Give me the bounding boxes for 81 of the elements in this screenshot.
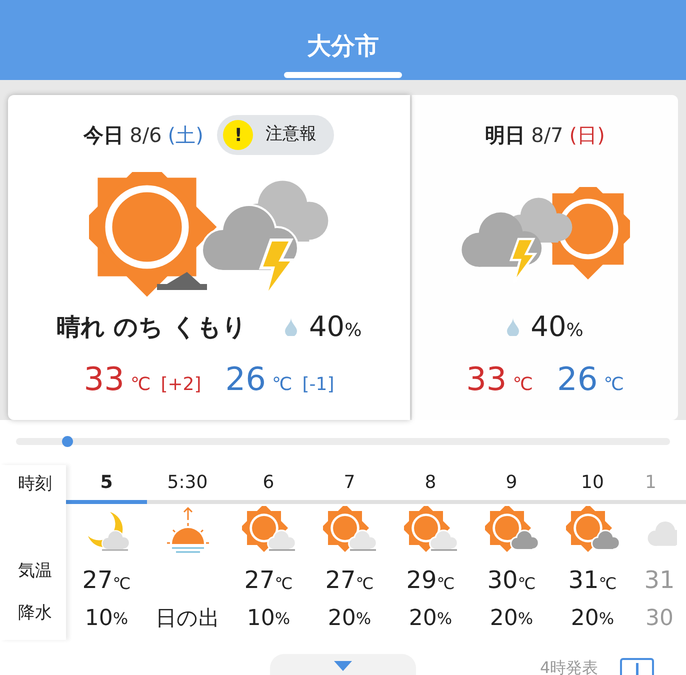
hour-temp: 31 [568, 564, 599, 596]
hour-tab[interactable]: 6 [228, 465, 309, 504]
hour-text: 7 [344, 470, 356, 495]
low-temp: 26 [557, 359, 598, 400]
celsius-unit: ℃ [598, 572, 617, 595]
hour-temp: 31 [644, 564, 675, 596]
celsius-unit: ℃ [356, 572, 374, 595]
row-label: 気温 [18, 560, 52, 582]
hour-temp: 30 [487, 564, 518, 596]
celsius-unit: ℃ [518, 572, 536, 595]
day-card[interactable]: 今日 8/6 (土) ! 注意報 晴れ のち くもり 40% 33 ℃ [+2] 26 ℃ [-1] [8, 95, 410, 420]
caret-down-icon [334, 661, 352, 673]
celsius-unit: ℃ [130, 373, 151, 397]
raindrop-icon [506, 318, 519, 336]
day-card[interactable]: 明日 8/7 (日) 40% 33 ℃ 26 ℃ [412, 95, 678, 420]
percent-unit: % [274, 608, 290, 630]
high-diff: [+2] [160, 373, 202, 397]
low-diff: [-1] [302, 373, 334, 397]
hour-rain: 10 [84, 605, 113, 634]
row-label: 時刻 [18, 473, 52, 496]
percent-unit: % [566, 320, 584, 341]
percent-unit: % [436, 608, 452, 630]
raindrop-icon [284, 318, 297, 336]
celsius-unit: ℃ [272, 373, 292, 397]
celsius-unit: ℃ [112, 572, 131, 595]
hour-temp: 27 [244, 564, 275, 596]
hour-tab[interactable]: 5 [66, 465, 147, 504]
hour-text: 10 [581, 470, 604, 495]
low-temp: 26 [225, 359, 266, 400]
hour-tab[interactable]: 10 [552, 465, 633, 504]
hour-rain: 20 [328, 605, 356, 634]
day-label: 今日 [84, 122, 124, 149]
rain-percent: 40 [308, 310, 345, 343]
hour-tab[interactable]: 9 [471, 465, 552, 504]
expand-button[interactable] [270, 654, 416, 675]
percent-unit: % [518, 608, 534, 630]
warning-text: 注意報 [265, 123, 316, 146]
cloud-icon [646, 520, 676, 546]
date-text: 8/7 [531, 122, 564, 149]
weekday-text: (土) [168, 122, 204, 149]
hour-tab[interactable]: 7 [309, 465, 390, 504]
hour-rain: 20 [490, 605, 518, 634]
hour-temp: 29 [406, 564, 437, 596]
hour-text: 6 [262, 470, 274, 495]
hour-tab[interactable]: 5:30 [147, 465, 228, 504]
hour-temp: 27 [325, 564, 356, 596]
slider-track[interactable] [16, 438, 670, 445]
row-label: 降水 [18, 602, 52, 626]
celsius-unit: ℃ [436, 572, 455, 595]
percent-unit: % [344, 320, 362, 341]
hour-text: 1 [645, 470, 656, 495]
weather-text: 晴れ のち くもり [56, 312, 247, 343]
rain-percent: 40 [530, 310, 566, 343]
celsius-unit: ℃ [512, 373, 533, 397]
warning-badge[interactable]: ! 注意報 [217, 115, 334, 155]
hour-tab[interactable]: 8 [390, 465, 471, 504]
hour-text: 5:30 [167, 470, 208, 495]
hour-rain: 10 [246, 605, 275, 634]
hour-rain: 20 [408, 605, 437, 634]
info-icon[interactable] [620, 658, 654, 675]
hour-text: 9 [506, 470, 518, 495]
hour-rain: 30 [646, 605, 674, 634]
celsius-unit: ℃ [604, 373, 624, 397]
hour-text: 8 [424, 470, 436, 495]
announced-time: 4時発表 [540, 660, 598, 675]
day-label: 明日 [485, 122, 526, 149]
warning-icon: ! [223, 120, 254, 150]
percent-unit: % [112, 608, 128, 630]
city-title: 大分市 [307, 34, 379, 58]
high-temp: 33 [466, 359, 507, 400]
high-temp: 33 [84, 359, 124, 400]
weekday-text: (日) [569, 122, 605, 149]
percent-unit: % [356, 608, 372, 630]
hour-rain: 20 [570, 605, 599, 634]
percent-unit: % [598, 608, 614, 630]
hour-text: 5 [100, 470, 113, 495]
slider-thumb[interactable] [62, 436, 73, 447]
date-text: 8/6 [130, 122, 162, 149]
celsius-unit: ℃ [274, 572, 293, 595]
hour-temp: 27 [82, 564, 113, 596]
sunrise-text: 日の出 [156, 604, 220, 632]
